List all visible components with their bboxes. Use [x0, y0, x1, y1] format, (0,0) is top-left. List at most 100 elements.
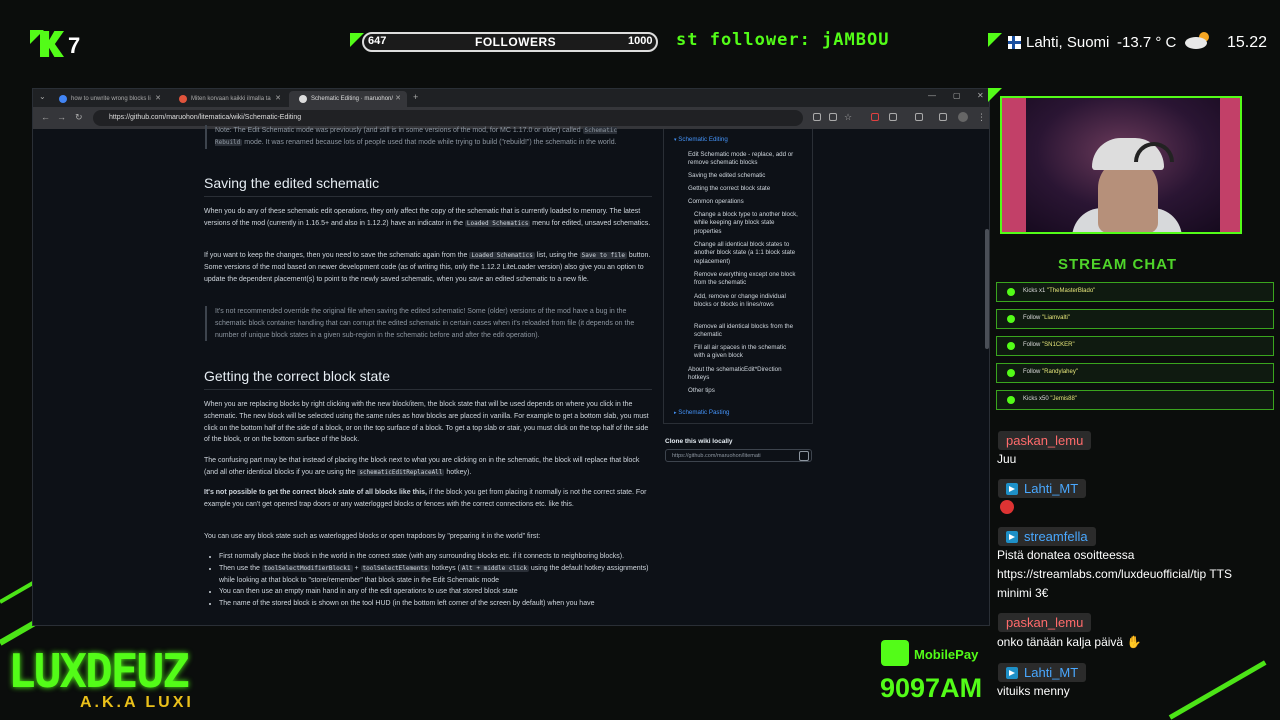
- chat-message: minimi 3€: [997, 586, 1049, 600]
- address-bar[interactable]: https://github.com/maruohon/litematica/w…: [93, 110, 803, 126]
- back-icon[interactable]: ←: [41, 112, 50, 122]
- kick-icon: [1007, 396, 1015, 404]
- toc-item[interactable]: Saving the edited schematic: [688, 172, 798, 180]
- chat-event: Follow "Randylahey": [996, 363, 1274, 383]
- close-icon[interactable]: ✕: [155, 94, 161, 102]
- heart-icon: [1007, 315, 1015, 323]
- scrollbar[interactable]: [985, 229, 989, 349]
- streamer-logo: LUXDEUZ: [8, 644, 190, 698]
- heading-saving: Saving the edited schematic: [204, 175, 380, 191]
- toc-item[interactable]: Common operations: [688, 198, 798, 206]
- green-stripe: [1168, 660, 1267, 720]
- chat-username: Lahti_MT: [998, 663, 1087, 682]
- browser-window: ⌄ how to unwrite wrong blocks li ✕ Miten …: [32, 88, 990, 626]
- tab-label: how to unwrite wrong blocks li: [71, 96, 151, 102]
- follower-goal-max: 1000: [628, 35, 653, 47]
- window-close-icon[interactable]: ✕: [977, 91, 984, 100]
- kick-icon: [1007, 288, 1015, 296]
- mobilepay-label: MobilePay: [914, 647, 979, 662]
- close-icon[interactable]: ✕: [275, 94, 281, 102]
- toc-subitem[interactable]: Add, remove or change individual blocks …: [694, 293, 798, 310]
- list-item: Then use the toolSelectModifierBlock1 + …: [219, 563, 653, 587]
- toc-subitem[interactable]: Fill all air spaces in the schematic wit…: [694, 344, 798, 361]
- corner-accent: [988, 33, 1002, 47]
- wiki-toc: ▾ Schematic Editing Edit Schematic mode …: [663, 129, 813, 424]
- minimize-icon[interactable]: —: [928, 91, 936, 100]
- paragraph: If you want to keep the changes, then yo…: [204, 252, 651, 283]
- chat-message: https://streamlabs.com/luxdeuofficial/ti…: [997, 567, 1232, 581]
- toc-subitem[interactable]: Change a block type to another block, wh…: [694, 211, 798, 236]
- sidebar-icon[interactable]: [939, 113, 947, 121]
- cast-icon[interactable]: [813, 113, 821, 121]
- clone-title: Clone this wiki locally: [665, 438, 733, 445]
- streamer-alias: A.K.A LUXI: [80, 694, 194, 711]
- heart-icon: [1007, 342, 1015, 350]
- github-icon: [299, 95, 307, 103]
- profile-avatar[interactable]: [958, 112, 968, 122]
- tab-1[interactable]: how to unwrite wrong blocks li ✕: [49, 91, 167, 107]
- finland-flag-icon: [1008, 36, 1021, 49]
- emote-icon: [1000, 500, 1014, 514]
- chat-message: Juu: [997, 452, 1017, 466]
- heading-correct-block-state: Getting the correct block state: [204, 368, 390, 384]
- toc-subitem[interactable]: Remove everything except one block from …: [694, 271, 798, 288]
- paragraph: When you are replacing blocks by right c…: [204, 401, 649, 444]
- translate-icon[interactable]: [829, 113, 837, 121]
- maximize-icon[interactable]: ▢: [953, 91, 961, 100]
- star-icon[interactable]: ☆: [844, 112, 852, 123]
- copy-icon[interactable]: [799, 451, 809, 461]
- paragraph: It's not possible to get the correct blo…: [204, 489, 647, 508]
- prime-badge-icon: [1006, 667, 1018, 679]
- toc-next-section[interactable]: ▸ Schematic Pasting: [674, 409, 730, 417]
- chat-username: Lahti_MT: [998, 479, 1087, 498]
- trash-icon[interactable]: [915, 113, 923, 121]
- close-icon[interactable]: ✕: [395, 94, 401, 102]
- puzzle-icon[interactable]: [889, 113, 897, 121]
- paragraph: You can use any block state such as wate…: [204, 533, 541, 540]
- mobilepay-icon: [881, 640, 909, 666]
- chat-event: Follow "Liamvalti": [996, 309, 1274, 329]
- list-item: First normally place the block in the wo…: [219, 551, 653, 563]
- chat-username: streamfella: [998, 527, 1096, 546]
- kick-count: 7: [68, 33, 81, 58]
- chat-username: paskan_lemu: [998, 613, 1092, 632]
- chat-title: STREAM CHAT: [1058, 256, 1178, 273]
- mobilepay-number: 9097AM: [880, 673, 983, 703]
- extension-icon[interactable]: [871, 113, 879, 121]
- chat-event: Kicks x50 "Jemis88": [996, 390, 1274, 410]
- webcam-feed: [1000, 96, 1242, 234]
- cloudy-weather-icon: [1185, 32, 1209, 49]
- toc-item[interactable]: Getting the correct block state: [688, 185, 798, 193]
- weather-temp: -13.7 ° C: [1117, 34, 1177, 51]
- follower-goal-label: FOLLOWERS: [475, 35, 557, 49]
- warning-quote: It's not recommended override the origin…: [205, 306, 645, 342]
- clone-url-input[interactable]: https://github.com/maruohon/litemati: [665, 449, 812, 462]
- reload-icon[interactable]: ↻: [75, 112, 83, 123]
- chat-username: paskan_lemu: [998, 431, 1092, 450]
- wiki-page: Note: The Edit Schematic mode was previo…: [33, 125, 989, 625]
- toc-item[interactable]: Other tips: [688, 387, 798, 395]
- menu-icon[interactable]: ⋮: [977, 112, 986, 123]
- weather-city: Lahti, Suomi: [1026, 34, 1110, 51]
- toc-subitem[interactable]: Change all identical block states to ano…: [694, 241, 798, 266]
- tab-label: Miten korvaan kaikki ilmalla ta: [191, 96, 271, 102]
- note-block: Note: The Edit Schematic mode was previo…: [205, 125, 645, 149]
- clapping-emoji-icon: ✋: [1126, 635, 1142, 649]
- chat-event: Follow "SN1CKER": [996, 336, 1274, 356]
- paragraph: The confusing part may be that instead o…: [204, 457, 640, 476]
- forward-icon[interactable]: →: [57, 112, 66, 122]
- toc-item[interactable]: Edit Schematic mode - replace, add or re…: [688, 151, 798, 168]
- tab-list-icon[interactable]: ⌄: [39, 92, 46, 101]
- prime-badge-icon: [1006, 531, 1018, 543]
- url-text: https://github.com/maruohon/litematica/w…: [109, 114, 302, 121]
- list-item: You can then use an empty main hand in a…: [219, 586, 653, 598]
- google-icon: [59, 95, 67, 103]
- tab-3-active[interactable]: Schematic Editing · maruohon/✕: [289, 91, 407, 107]
- brave-icon: [179, 95, 187, 103]
- toc-item[interactable]: About the schematicEdit*Direction hotkey…: [688, 366, 798, 383]
- list-item: The name of the stored block is shown on…: [219, 598, 653, 610]
- toc-section[interactable]: ▾ Schematic Editing: [674, 136, 728, 144]
- new-tab-icon[interactable]: +: [413, 92, 418, 102]
- toc-subitem[interactable]: Remove all identical blocks from the sch…: [694, 323, 798, 340]
- tab-2[interactable]: Miten korvaan kaikki ilmalla ta ✕: [169, 91, 287, 107]
